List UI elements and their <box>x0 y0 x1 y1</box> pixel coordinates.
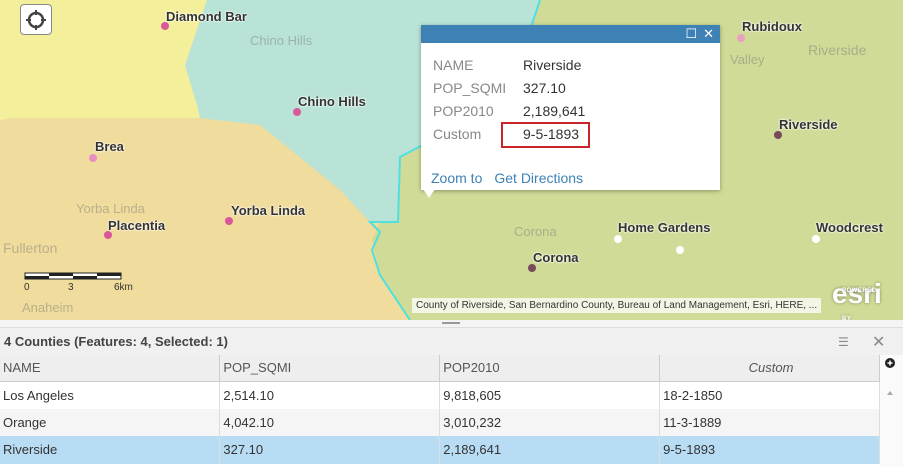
cell: 11-3-1889 <box>659 408 880 436</box>
cell: Riverside <box>0 436 221 464</box>
city-marker[interactable] <box>812 235 820 243</box>
close-icon[interactable]: ✕ <box>703 26 714 42</box>
scale-bar: 0 3 6km <box>24 272 133 293</box>
cell: Los Angeles <box>0 381 221 409</box>
popup-pointer <box>423 189 435 198</box>
city-label: Brea <box>95 139 124 154</box>
city-label: Rubidoux <box>742 19 802 34</box>
city-marker[interactable] <box>89 154 97 162</box>
city-label: Chino Hills <box>298 94 366 109</box>
scale-tick: 0 <box>24 282 30 293</box>
scrollbar-controls <box>885 358 895 395</box>
city-label: Placentia <box>108 218 166 233</box>
basemap-label: Anaheim <box>22 300 74 315</box>
esri-logo: POWERED BY esri <box>832 278 882 321</box>
basemap-label: Riverside <box>808 42 867 58</box>
city-label: Corona <box>533 250 579 265</box>
field-label: Custom <box>433 126 482 142</box>
field-value: Riverside <box>523 57 582 73</box>
basemap-label: Corona <box>514 224 557 239</box>
popup-field: NAME Riverside <box>433 57 581 73</box>
popup-field: POP2010 2,189,641 <box>433 103 585 119</box>
basemap-label: Chino Hills <box>250 33 313 48</box>
cell: 9-5-1893 <box>659 436 880 464</box>
table-row[interactable]: Orange 4,042.10 3,010,232 11-3-1889 <box>0 408 880 436</box>
highlight-box <box>501 122 590 148</box>
maximize-icon[interactable]: ☐ <box>685 26 697 42</box>
city-label: Yorba Linda <box>231 203 306 218</box>
cell: 18-2-1850 <box>659 381 880 409</box>
scale-bar-graphic <box>24 272 122 280</box>
column-header-pop2010[interactable]: POP2010 <box>439 355 661 382</box>
table-scrollbar[interactable] <box>880 355 903 467</box>
attribute-table: NAME POP_SQMI POP2010 Custom Los Angeles… <box>0 355 880 464</box>
city-label: Woodcrest <box>816 220 883 235</box>
table-row-selected[interactable]: Riverside 327.10 2,189,641 9-5-1893 <box>0 436 880 464</box>
basemap-label: Yorba Linda <box>76 201 145 216</box>
field-label: NAME <box>433 57 474 73</box>
menu-icon[interactable]: ☰ <box>838 335 849 349</box>
column-header-custom[interactable]: Custom <box>659 355 880 382</box>
scale-tick: 3 <box>68 282 74 293</box>
cell: Orange <box>0 408 221 436</box>
city-marker[interactable] <box>737 34 745 42</box>
basemap-label: Fullerton <box>3 240 58 256</box>
cell: 327.10 <box>219 436 441 464</box>
city-marker[interactable] <box>528 264 536 272</box>
map-view[interactable]: Chino Hills Fullerton Yorba Linda Anahei… <box>0 0 903 320</box>
field-label: POP2010 <box>433 103 494 119</box>
get-directions-link[interactable]: Get Directions <box>494 170 583 186</box>
table-row[interactable]: Los Angeles 2,514.10 9,818,605 18-2-1850 <box>0 381 880 409</box>
city-label: Home Gardens <box>618 220 711 235</box>
crosshair-icon <box>26 9 46 30</box>
attribution: County of Riverside, San Bernardino Coun… <box>412 298 822 313</box>
popup-header: ☐ ✕ <box>421 25 720 43</box>
attribute-table-header: 4 Counties (Features: 4, Selected: 1) ☰ … <box>0 327 903 355</box>
feature-popup: ☐ ✕ NAME Riverside POP_SQMI 327.10 POP2010… <box>421 25 720 190</box>
locate-button[interactable] <box>20 4 52 35</box>
city-marker[interactable] <box>774 131 782 139</box>
panel-resize-handle[interactable] <box>0 320 903 327</box>
city-marker[interactable] <box>676 246 684 254</box>
field-value: 2,189,641 <box>523 103 586 119</box>
cell: 3,010,232 <box>439 408 661 436</box>
popup-field: POP_SQMI 327.10 <box>433 80 566 96</box>
cell: 9,818,605 <box>439 381 661 409</box>
close-icon[interactable]: ✕ <box>872 332 885 352</box>
cell: 2,514.10 <box>219 381 441 409</box>
cell: 2,189,641 <box>439 436 661 464</box>
city-marker[interactable] <box>293 108 301 116</box>
scale-tick: 6km <box>114 282 133 293</box>
basemap-label: Valley <box>730 52 765 67</box>
city-marker[interactable] <box>225 217 233 225</box>
field-label: POP_SQMI <box>433 80 507 96</box>
city-label: Riverside <box>779 117 838 132</box>
column-header-pop-sqmi[interactable]: POP_SQMI <box>219 355 441 382</box>
table-title: 4 Counties (Features: 4, Selected: 1) <box>4 334 228 349</box>
field-value: 327.10 <box>523 80 566 96</box>
city-label: Diamond Bar <box>166 9 247 24</box>
cell: 4,042.10 <box>219 408 441 436</box>
zoom-to-link[interactable]: Zoom to <box>431 170 482 186</box>
city-marker[interactable] <box>614 235 622 243</box>
scroll-up-icon <box>887 391 893 395</box>
column-header-name[interactable]: NAME <box>0 355 221 382</box>
table-header-row: NAME POP_SQMI POP2010 Custom <box>0 355 880 382</box>
popup-field: Custom 9-5-1893 <box>433 126 579 142</box>
